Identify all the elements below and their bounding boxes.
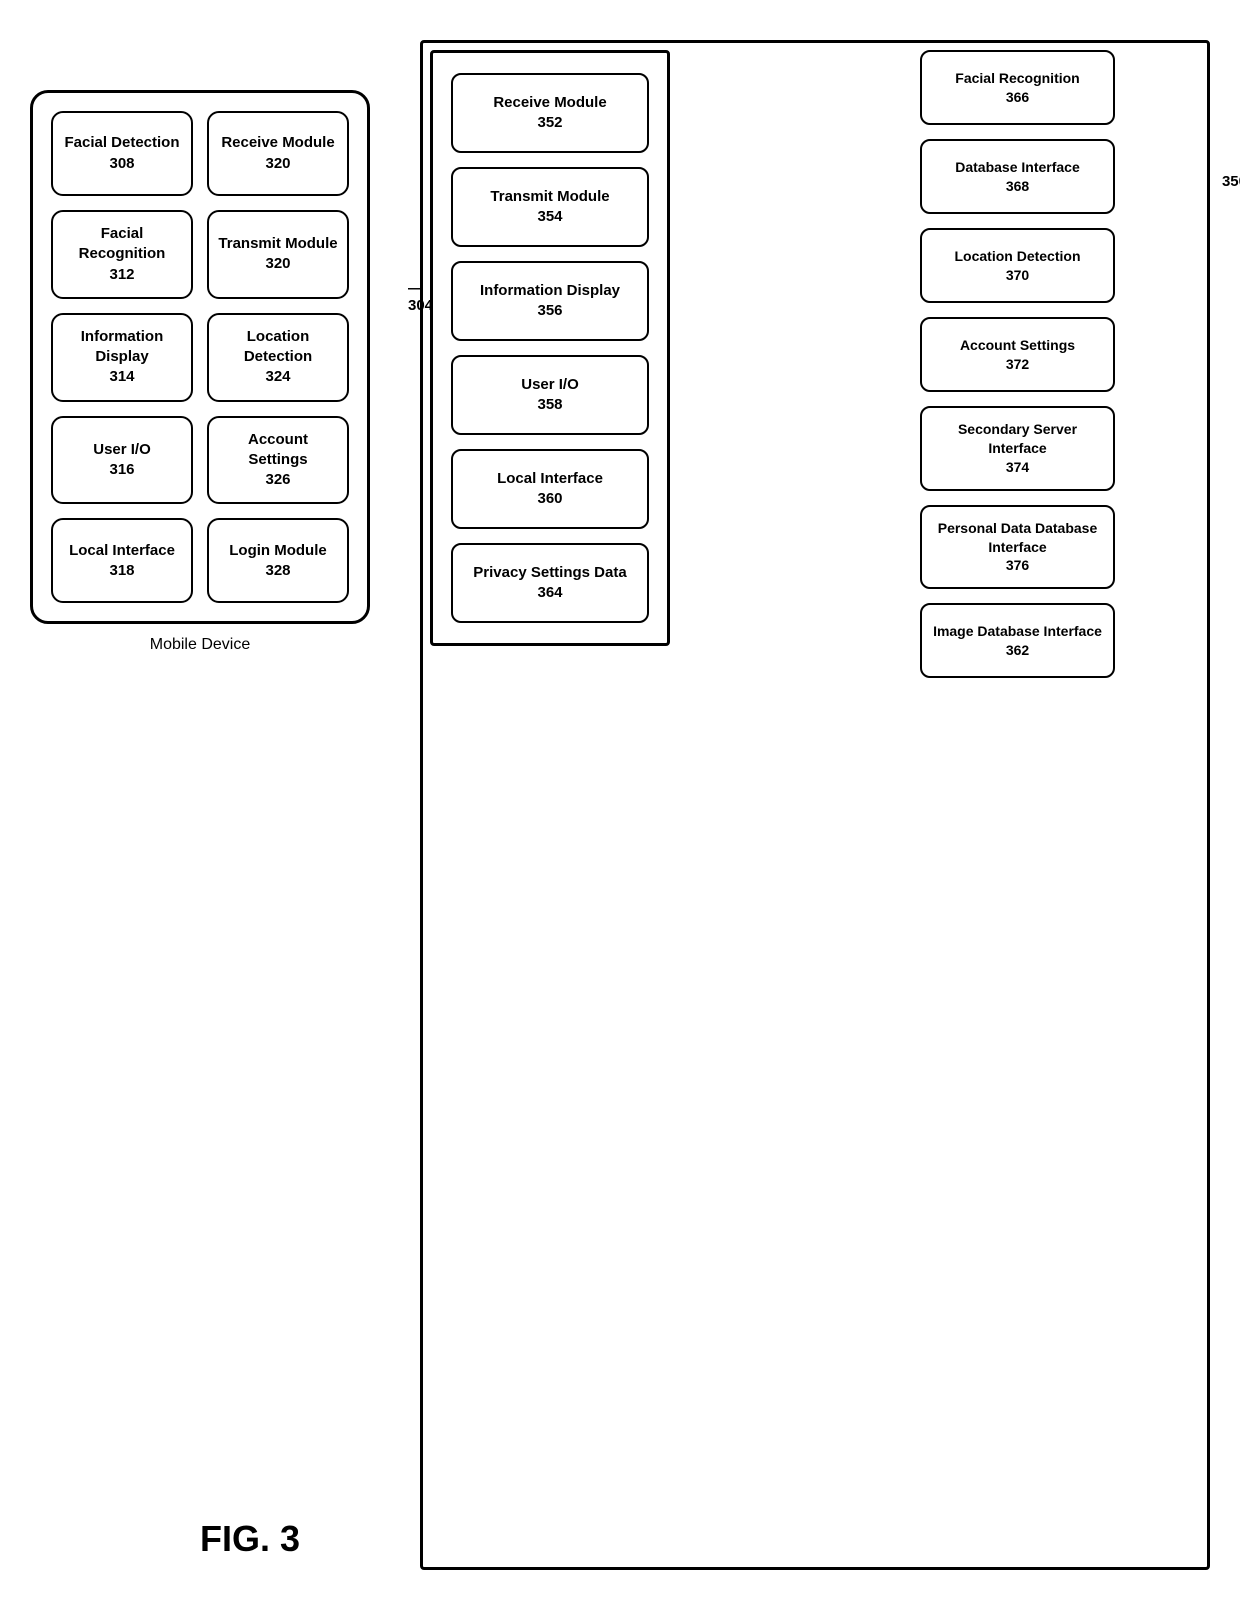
module-name: Database Interface: [955, 158, 1080, 177]
right-section: Facial Recognition366Database Interface3…: [920, 50, 1115, 678]
server-module-354: Transmit Module354: [451, 167, 649, 247]
figure-label: FIG. 3: [200, 1518, 300, 1560]
right-module-362: Image Database Interface362: [920, 603, 1115, 678]
module-name: Information Display: [61, 327, 183, 368]
right-module-370: Location Detection370: [920, 228, 1115, 303]
module-name: Transmit Module: [218, 234, 337, 254]
module-name: Transmit Module: [490, 187, 609, 207]
module-name: Login Module: [229, 541, 326, 561]
mobile-device-label: Mobile Device: [30, 636, 370, 654]
module-name: Location Detection: [217, 327, 339, 368]
server-box: Receive Module352 Transmit Module354 Infor…: [430, 50, 670, 646]
module-number: 362: [1006, 641, 1029, 660]
mobile-module-320: Receive Module320: [207, 111, 349, 196]
module-number: 370: [1006, 266, 1029, 285]
module-number: 374: [1006, 458, 1029, 477]
mobile-module-314: Information Display314: [51, 313, 193, 402]
mobile-module-312: Facial Recognition312: [51, 210, 193, 299]
module-name: Information Display: [480, 281, 620, 301]
mobile-module-308: Facial Detection308: [51, 111, 193, 196]
module-number: 366: [1006, 88, 1029, 107]
server-module-356: Information Display356: [451, 261, 649, 341]
module-number: 372: [1006, 355, 1029, 374]
module-number: 316: [109, 460, 134, 480]
server-module-364: Privacy Settings Data364: [451, 543, 649, 623]
module-name: Facial Recognition: [61, 224, 183, 265]
module-name: Account Settings: [960, 336, 1075, 355]
server-module-358: User I/O358: [451, 355, 649, 435]
server-section: Receive Module352 Transmit Module354 Infor…: [430, 50, 670, 646]
module-number: 320: [265, 154, 290, 174]
server-module-352: Receive Module352: [451, 73, 649, 153]
module-number: 326: [265, 470, 290, 490]
module-number: 308: [109, 154, 134, 174]
server-module-360: Local Interface360: [451, 449, 649, 529]
module-number: 354: [537, 207, 562, 227]
mobile-device-box: Facial Detection308Receive Module320Faci…: [30, 90, 370, 624]
mobile-module-320: Transmit Module320: [207, 210, 349, 299]
module-name: Personal Data Database Interface: [930, 519, 1105, 557]
right-module-366: Facial Recognition366: [920, 50, 1115, 125]
module-number: 318: [109, 561, 134, 581]
module-number: 360: [537, 489, 562, 509]
module-number: 364: [537, 583, 562, 603]
module-name: Privacy Settings Data: [473, 563, 626, 583]
module-number: 368: [1006, 177, 1029, 196]
mobile-module-326: Account Settings326: [207, 416, 349, 505]
module-name: Facial Recognition: [955, 69, 1079, 88]
mobile-module-318: Local Interface318: [51, 518, 193, 603]
module-name: Local Interface: [497, 469, 603, 489]
right-module-368: Database Interface368: [920, 139, 1115, 214]
mobile-device-section: Facial Detection308Receive Module320Faci…: [30, 90, 370, 654]
module-number: 328: [265, 561, 290, 581]
module-number: 376: [1006, 556, 1029, 575]
module-name: Receive Module: [221, 133, 334, 153]
mobile-module-324: Location Detection324: [207, 313, 349, 402]
module-number: 356: [537, 301, 562, 321]
right-column: Facial Recognition366Database Interface3…: [920, 50, 1115, 678]
module-number: 358: [537, 395, 562, 415]
module-name: Location Detection: [954, 247, 1080, 266]
module-number: 324: [265, 367, 290, 387]
module-name: Secondary Server Interface: [930, 420, 1105, 458]
module-name: Receive Module: [493, 93, 606, 113]
right-module-374: Secondary Server Interface374: [920, 406, 1115, 491]
module-name: Account Settings: [217, 430, 339, 471]
module-number: 314: [109, 367, 134, 387]
module-name: Facial Detection: [64, 133, 179, 153]
module-name: User I/O: [93, 440, 151, 460]
module-name: Image Database Interface: [933, 622, 1102, 641]
bracket-350-label: 350: [1222, 173, 1240, 190]
right-module-376: Personal Data Database Interface376: [920, 505, 1115, 590]
module-number: 312: [109, 265, 134, 285]
module-name: Local Interface: [69, 541, 175, 561]
right-module-372: Account Settings372: [920, 317, 1115, 392]
mobile-module-328: Login Module328: [207, 518, 349, 603]
module-number: 352: [537, 113, 562, 133]
module-name: User I/O: [521, 375, 579, 395]
mobile-module-316: User I/O316: [51, 416, 193, 505]
module-number: 320: [265, 254, 290, 274]
